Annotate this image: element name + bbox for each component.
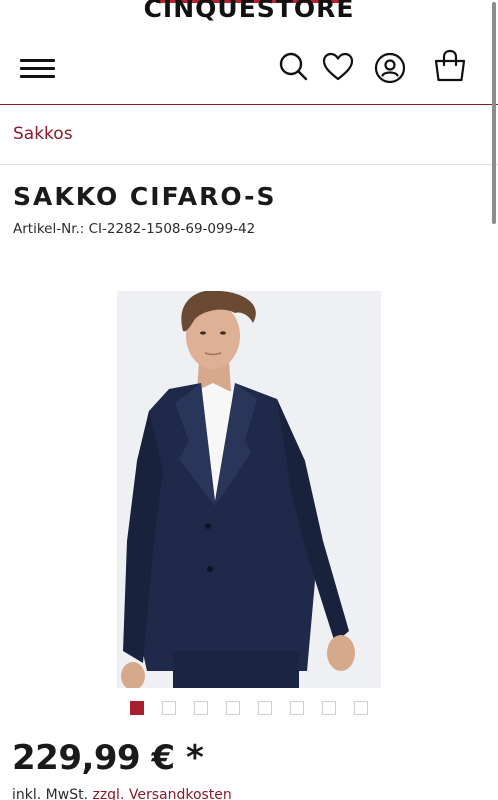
image-dot-7[interactable] <box>322 701 336 715</box>
tax-info: inkl. MwSt. zzgl. Versandkosten <box>12 787 232 800</box>
product-sku: Artikel-Nr.: CI-2282-1508-69-099-42 <box>13 221 256 237</box>
shipping-costs-link[interactable]: zzgl. Versandkosten <box>92 787 231 800</box>
product-title: SAKKO CIFARO-S <box>13 182 277 211</box>
image-dot-1[interactable] <box>130 701 144 715</box>
user-icon[interactable] <box>373 51 407 85</box>
image-dot-6[interactable] <box>290 701 304 715</box>
product-price: 229,99 € * <box>12 738 204 778</box>
breadcrumb-divider <box>0 164 498 165</box>
search-icon[interactable] <box>276 50 310 84</box>
heart-icon[interactable] <box>321 50 355 84</box>
breadcrumb-sakkos[interactable]: Sakkos <box>13 124 73 144</box>
tax-prefix: inkl. MwSt. <box>12 787 89 800</box>
image-dot-8[interactable] <box>354 701 368 715</box>
image-dot-4[interactable] <box>226 701 240 715</box>
image-dot-5[interactable] <box>258 701 272 715</box>
site-header: CINQUESTORE <box>0 0 498 105</box>
image-dot-2[interactable] <box>162 701 176 715</box>
site-logo[interactable]: CINQUESTORE <box>0 0 498 23</box>
page-scrollbar[interactable] <box>492 2 496 224</box>
product-image[interactable] <box>117 291 381 688</box>
menu-icon[interactable] <box>20 57 56 81</box>
shopping-bag-icon[interactable] <box>432 48 468 84</box>
image-dot-3[interactable] <box>194 701 208 715</box>
